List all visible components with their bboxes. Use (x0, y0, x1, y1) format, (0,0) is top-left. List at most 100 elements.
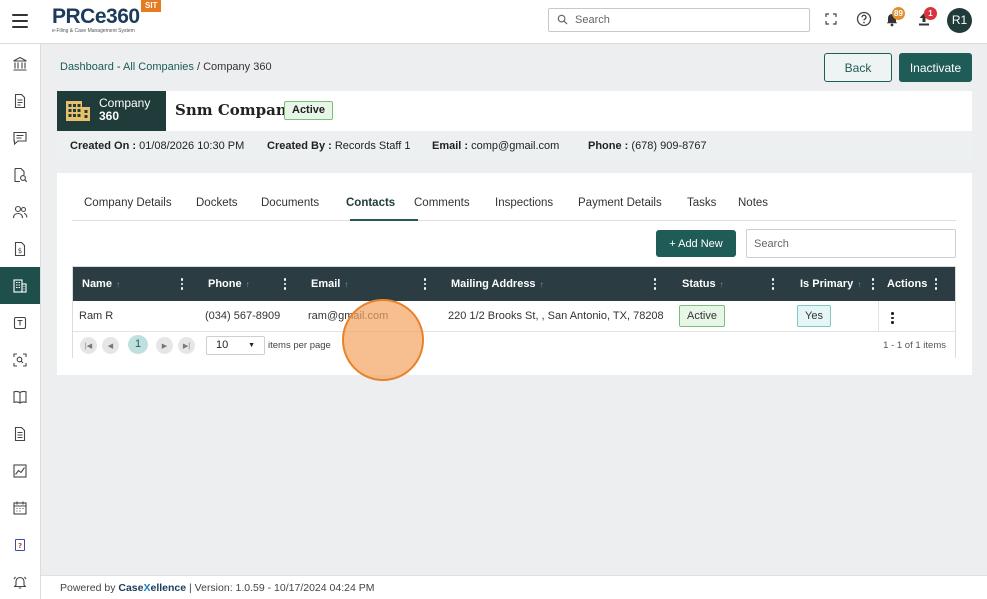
sidebar-item-reports[interactable] (0, 452, 40, 489)
chat-icon (13, 131, 27, 145)
sidebar-item-files[interactable] (0, 415, 40, 452)
sidebar-item-calendar[interactable] (0, 489, 40, 526)
sidebar-item-documents[interactable] (0, 82, 40, 119)
sidebar-item-users[interactable] (0, 193, 40, 230)
notifications-badge: 89 (892, 7, 905, 20)
sidebar-item-library[interactable] (0, 378, 40, 415)
sidebar-item-messages[interactable] (0, 119, 40, 156)
document-icon (14, 93, 26, 108)
breadcrumb-separator: - (113, 61, 123, 73)
prev-page-icon[interactable]: ◀ (102, 337, 119, 354)
tab-tasks[interactable]: Tasks (687, 197, 716, 209)
column-menu-icon[interactable] (768, 267, 778, 301)
column-menu-icon[interactable] (280, 267, 290, 301)
row-actions-button[interactable] (878, 301, 955, 332)
sidebar-item-tablet[interactable] (0, 304, 40, 341)
items-per-page-label: items per page (268, 340, 331, 351)
tab-company-details[interactable]: Company Details (84, 197, 172, 209)
column-header-name[interactable]: Name ↑ (82, 267, 120, 301)
sidebar-item-help-book[interactable]: ? (0, 526, 40, 563)
column-header-status[interactable]: Status ↑ (682, 267, 724, 301)
page-size-select[interactable]: 10 ▼ (206, 336, 265, 355)
last-page-icon[interactable]: ▶| (178, 337, 195, 354)
contacts-card: Company Details Dockets Documents Contac… (57, 173, 972, 375)
contacts-search-input[interactable] (746, 229, 956, 258)
users-icon (12, 205, 28, 218)
book-icon (13, 390, 27, 404)
sort-arrow-icon: ↑ (539, 280, 544, 289)
footer: Powered by CaseXellence | Version: 1.0.5… (41, 575, 987, 599)
breadcrumb-all-companies[interactable]: All Companies (123, 61, 194, 73)
table-row[interactable]: Ram R (034) 567-8909 ram@gmail.com 220 1… (73, 301, 955, 332)
help-book-icon: ? (15, 538, 25, 551)
back-button[interactable]: Back (824, 53, 892, 82)
top-bar: PRCe360 e-Filing & Case Management Syste… (0, 0, 987, 44)
casexcellence-logo: CaseXellence (118, 582, 187, 594)
company-360-tile: Company 360 (57, 91, 166, 131)
svg-text:?: ? (18, 542, 22, 550)
hamburger-menu-icon[interactable] (12, 14, 28, 28)
tile-line-2: 360 (99, 109, 120, 123)
add-new-contact-button[interactable]: + Add New (656, 230, 736, 257)
next-page-icon[interactable]: ▶ (156, 337, 173, 354)
first-page-icon[interactable]: |◀ (80, 337, 97, 354)
help-icon[interactable] (856, 11, 872, 27)
scan-icon (13, 352, 27, 367)
document-search-icon (14, 167, 28, 182)
tab-dockets[interactable]: Dockets (196, 197, 238, 209)
fullscreen-icon[interactable] (823, 11, 839, 27)
logo-main-text: PRCe360 (52, 5, 140, 28)
company-email: Email : comp@gmail.com (432, 140, 560, 152)
column-header-email[interactable]: Email ↑ (311, 267, 348, 301)
global-search-input[interactable] (575, 12, 805, 28)
user-avatar[interactable]: R1 (947, 8, 972, 33)
breadcrumb: Dashboard - All Companies / Company 360 (60, 61, 272, 73)
sidebar-item-scan[interactable] (0, 341, 40, 378)
column-header-mailing-address[interactable]: Mailing Address ↑ (451, 267, 544, 301)
alarm-icon (13, 576, 27, 589)
sort-arrow-icon: ↑ (344, 280, 349, 289)
tab-inspections[interactable]: Inspections (495, 197, 553, 209)
company-header-card: Company 360 Snm Company Active Created O… (57, 91, 972, 161)
status-badge: Active (679, 305, 725, 327)
created-on: Created On : 01/08/2026 10:30 PM (70, 140, 245, 152)
sidebar-item-bank[interactable] (0, 45, 40, 82)
tab-bar: Company Details Dockets Documents Contac… (72, 191, 956, 221)
contacts-grid: Name ↑ Phone ↑ Email ↑ Mailing Address ↑ Sta… (72, 266, 956, 358)
column-menu-icon[interactable] (177, 267, 187, 301)
created-by: Created By : Records Staff 1 (267, 140, 411, 152)
tab-documents[interactable]: Documents (261, 197, 319, 209)
column-menu-icon[interactable] (868, 267, 878, 301)
tab-comments[interactable]: Comments (414, 197, 470, 209)
tab-contacts[interactable]: Contacts (346, 197, 395, 209)
file-text-icon (14, 426, 26, 441)
active-tab-indicator (350, 219, 418, 221)
tab-notes[interactable]: Notes (738, 197, 768, 209)
tab-payment-details[interactable]: Payment Details (578, 197, 662, 209)
sidebar-item-alarms[interactable] (0, 563, 40, 599)
app-logo[interactable]: PRCe360 e-Filing & Case Management Syste… (52, 5, 140, 35)
grid-header: Name ↑ Phone ↑ Email ↑ Mailing Address ↑ Sta… (73, 267, 955, 301)
sidebar: $ ? (0, 44, 41, 599)
more-vertical-icon (891, 311, 894, 325)
column-menu-icon[interactable] (931, 267, 941, 301)
cell-mailing-address: 220 1/2 Brooks St, , San Antonio, TX, 78… (448, 310, 664, 322)
column-header-is-primary[interactable]: Is Primary ↑ (800, 267, 861, 301)
page-number-button[interactable]: 1 (128, 335, 148, 354)
grid-pager: |◀ ◀ 1 ▶ ▶| 10 ▼ items per page 1 - 1 of … (73, 332, 955, 358)
cell-phone: (034) 567-8909 (205, 310, 281, 322)
column-menu-icon[interactable] (420, 267, 430, 301)
breadcrumb-dashboard[interactable]: Dashboard (60, 61, 114, 73)
cell-name: Ram R (79, 310, 114, 322)
sidebar-item-document-search[interactable] (0, 156, 40, 193)
column-header-phone[interactable]: Phone ↑ (208, 267, 250, 301)
sidebar-item-payments[interactable]: $ (0, 230, 40, 267)
inactivate-button[interactable]: Inactivate (899, 53, 972, 82)
version-text: | Version: 1.0.59 - 10/17/2024 04:24 PM (189, 582, 375, 594)
column-menu-icon[interactable] (650, 267, 660, 301)
sidebar-item-companies[interactable] (0, 267, 40, 304)
company-phone: Phone : (678) 909-8767 (588, 140, 707, 152)
cell-email: ram@gmail.com (308, 310, 389, 322)
sort-arrow-icon: ↑ (719, 280, 724, 289)
caret-down-icon: ▼ (248, 342, 255, 349)
